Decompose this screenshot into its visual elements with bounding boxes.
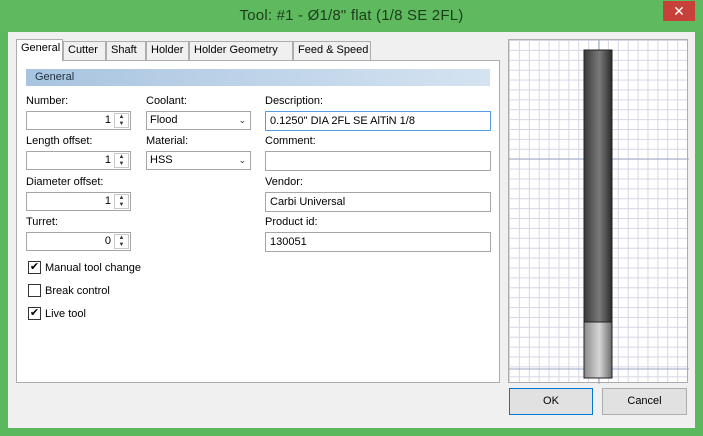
material-select[interactable]: HSS ⌄ — [146, 151, 251, 170]
spin-down-icon[interactable]: ▼ — [115, 121, 128, 128]
spin-up-icon[interactable]: ▲ — [115, 114, 128, 121]
spin-up-icon[interactable]: ▲ — [115, 235, 128, 242]
close-button[interactable]: ✕ — [663, 1, 695, 21]
diameter-offset-spin-arrows[interactable]: ▲ ▼ — [114, 194, 129, 209]
window-title: Tool: #1 - Ø1/8" flat (1/8 SE 2FL) — [239, 7, 464, 24]
break-control-label: Break control — [45, 284, 110, 297]
material-value: HSS — [150, 154, 173, 166]
comment-label: Comment: — [265, 135, 316, 147]
tab-feed-speed[interactable]: Feed & Speed — [293, 41, 371, 60]
spin-down-icon[interactable]: ▼ — [115, 202, 128, 209]
diameter-offset-spinner[interactable]: 1 ▲ ▼ — [26, 192, 131, 211]
vendor-label: Vendor: — [265, 176, 303, 188]
product-id-label: Product id: — [265, 216, 318, 228]
coolant-value: Flood — [150, 114, 178, 126]
title-bar[interactable]: Tool: #1 - Ø1/8" flat (1/8 SE 2FL) ✕ — [0, 0, 703, 32]
tab-general[interactable]: General — [16, 39, 63, 61]
turret-spin-arrows[interactable]: ▲ ▼ — [114, 234, 129, 249]
length-offset-spinner[interactable]: 1 ▲ ▼ — [26, 151, 131, 170]
break-control-checkbox[interactable]: Break control — [28, 284, 110, 297]
turret-spinner[interactable]: 0 ▲ ▼ — [26, 232, 131, 251]
number-spinner[interactable]: 1 ▲ ▼ — [26, 111, 131, 130]
tab-holder-geometry[interactable]: Holder Geometry — [189, 41, 293, 60]
tool-preview — [508, 39, 689, 384]
product-id-input[interactable]: 130051 — [265, 232, 491, 252]
diameter-offset-label: Diameter offset: — [26, 176, 104, 188]
spin-up-icon[interactable]: ▲ — [115, 154, 128, 161]
turret-label: Turret: — [26, 216, 58, 228]
length-offset-label: Length offset: — [26, 135, 93, 147]
diameter-offset-value: 1 — [104, 195, 111, 207]
chevron-down-icon: ⌄ — [238, 155, 246, 165]
live-tool-checkbox[interactable]: ✔ Live tool — [28, 307, 86, 320]
coolant-select[interactable]: Flood ⌄ — [146, 111, 251, 130]
length-offset-spin-arrows[interactable]: ▲ ▼ — [114, 153, 129, 168]
check-icon[interactable]: ✔ — [28, 261, 41, 274]
tab-shaft[interactable]: Shaft — [106, 41, 146, 60]
ok-button[interactable]: OK — [509, 388, 593, 415]
number-label: Number: — [26, 95, 69, 107]
number-value: 1 — [104, 114, 111, 126]
cancel-button[interactable]: Cancel — [602, 388, 687, 415]
manual-tool-change-checkbox[interactable]: ✔ Manual tool change — [28, 261, 141, 274]
tab-cutter[interactable]: Cutter — [63, 41, 106, 60]
spin-down-icon[interactable]: ▼ — [115, 242, 128, 249]
material-label: Material: — [146, 135, 189, 147]
number-spin-arrows[interactable]: ▲ ▼ — [114, 113, 129, 128]
description-label: Description: — [265, 95, 324, 107]
chevron-down-icon: ⌄ — [238, 115, 246, 125]
spin-down-icon[interactable]: ▼ — [115, 161, 128, 168]
tool-shank — [583, 49, 613, 323]
manual-tool-change-label: Manual tool change — [45, 261, 142, 274]
check-icon[interactable]: ✔ — [28, 307, 41, 320]
tool-preview-graphic — [509, 40, 689, 384]
live-tool-label: Live tool — [45, 307, 86, 320]
section-header: General — [26, 69, 490, 86]
vendor-input[interactable]: Carbi Universal — [265, 192, 491, 212]
length-offset-value: 1 — [104, 154, 111, 166]
turret-value: 0 — [104, 235, 111, 247]
spin-up-icon[interactable]: ▲ — [115, 195, 128, 202]
dialog-window: Tool: #1 - Ø1/8" flat (1/8 SE 2FL) ✕ Gen… — [0, 0, 703, 436]
tab-holder[interactable]: Holder — [146, 41, 189, 60]
general-panel: General Number: 1 ▲ ▼ Length offset: 1 ▲… — [16, 60, 500, 383]
coolant-label: Coolant: — [146, 95, 187, 107]
description-input[interactable]: 0.1250" DIA 2FL SE AlTiN 1/8 — [265, 111, 491, 131]
tool-flute — [583, 321, 613, 379]
comment-input[interactable] — [265, 151, 491, 171]
unchecked-box-icon[interactable] — [28, 284, 41, 297]
dialog-body: General Cutter Shaft Holder Holder Geome… — [8, 32, 695, 428]
